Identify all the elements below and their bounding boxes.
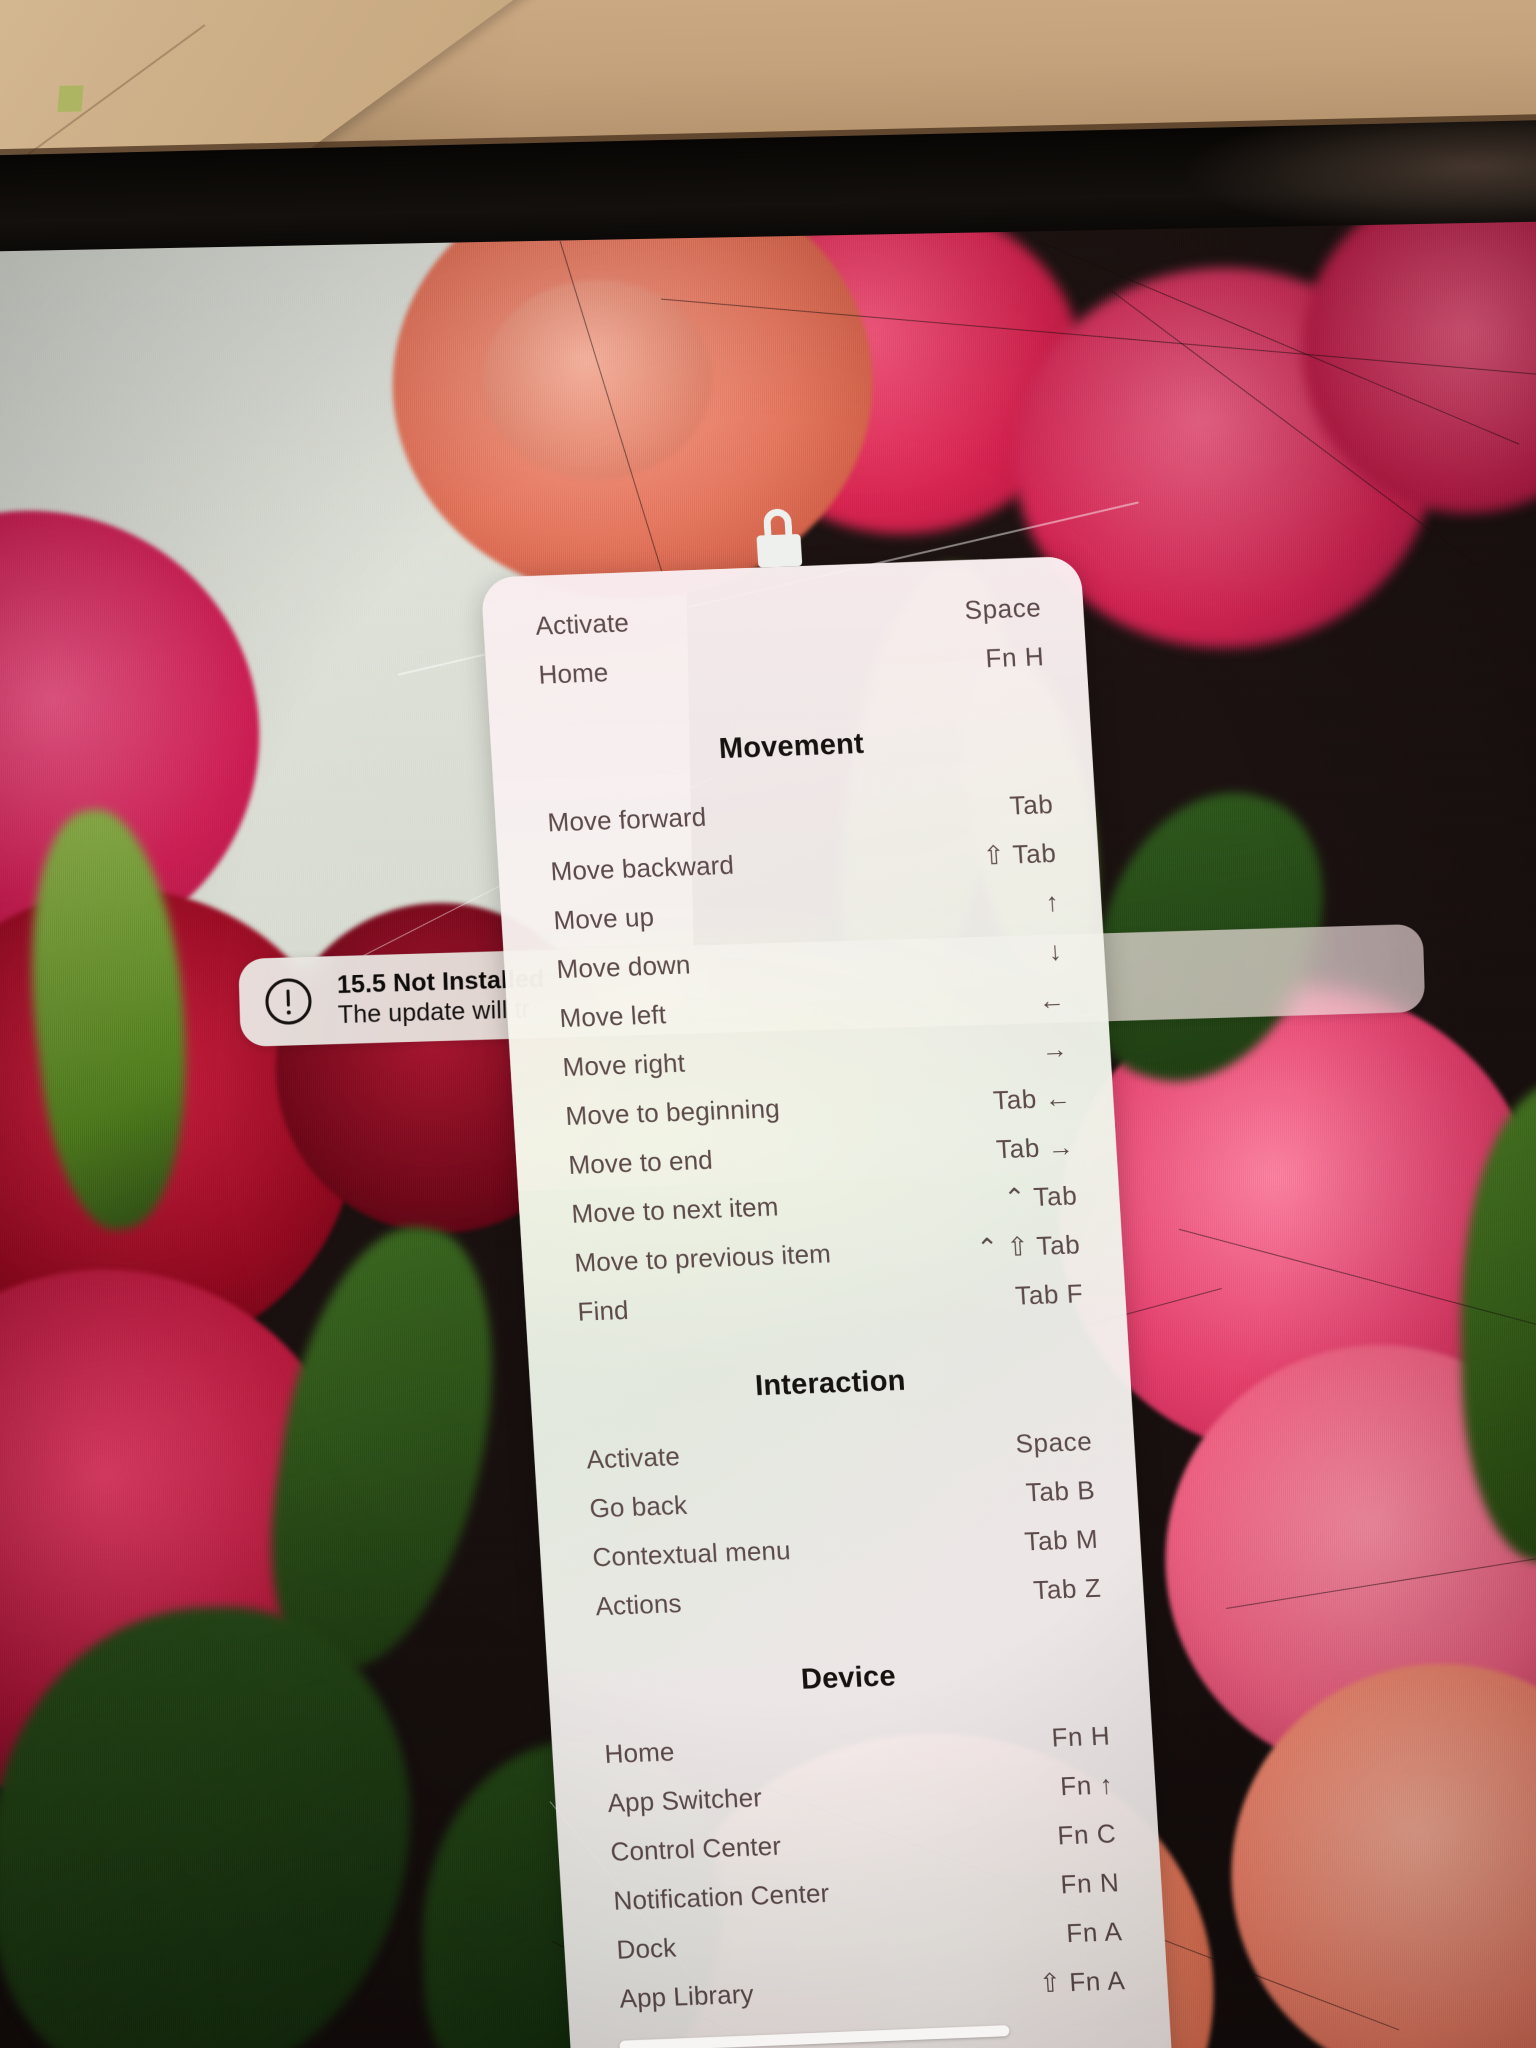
green-sticker: [57, 85, 84, 112]
shortcut-label: Dock: [615, 1932, 678, 1965]
shortcut-key: Tab →: [995, 1131, 1076, 1165]
shortcut-label: Move backward: [549, 849, 735, 887]
shortcut-label: Move down: [555, 949, 692, 985]
shortcut-key: →: [1040, 1033, 1070, 1065]
shortcut-key: ↑: [1044, 886, 1061, 918]
shortcut-key: Tab Z: [1032, 1572, 1103, 1606]
shortcut-key: Space: [963, 592, 1043, 626]
keyboard-shortcuts-panel: Activate Space Home Fn H Movement Move forwar…: [480, 508, 1179, 2048]
shortcut-key: Tab ←: [992, 1082, 1073, 1116]
shortcut-key: ⇧ Fn A: [1038, 1965, 1127, 1999]
shortcut-label: Move to next item: [570, 1191, 780, 1229]
section-title-interaction: Interaction: [754, 1364, 907, 1403]
shortcut-label: Move to beginning: [564, 1093, 781, 1131]
shortcut-label: App Library: [618, 1978, 755, 2014]
shortcut-label: Move forward: [546, 801, 708, 838]
shortcut-label: Move right: [561, 1047, 686, 1083]
shortcut-key: Tab B: [1024, 1474, 1097, 1508]
shortcut-label: Move to end: [567, 1144, 714, 1180]
shortcut-label: Move to previous item: [573, 1238, 832, 1278]
shortcut-key: ⇧ Tab: [981, 837, 1058, 871]
shortcut-key: ⌃ ⇧ Tab: [975, 1229, 1082, 1264]
shortcut-key: Space: [1014, 1425, 1094, 1459]
shortcut-label: Find: [576, 1294, 630, 1327]
shortcut-key: Fn H: [984, 641, 1046, 674]
shortcut-key: Fn A: [1065, 1916, 1124, 1949]
section-title-device: Device: [800, 1660, 897, 1696]
shortcut-label: Contextual menu: [591, 1535, 792, 1573]
shortcut-key: Fn N: [1059, 1867, 1121, 1900]
section-title-movement: Movement: [717, 727, 865, 766]
shortcut-label: Actions: [594, 1588, 683, 1622]
shortcut-label: Activate: [585, 1441, 681, 1475]
shortcut-label: Move left: [558, 999, 667, 1034]
shortcut-key: ←: [1037, 984, 1067, 1016]
shortcut-label: Go back: [588, 1489, 688, 1524]
shortcut-key: Tab F: [1014, 1278, 1085, 1311]
shortcut-label: Move up: [552, 901, 655, 936]
photographed-tablet-screen: 15.5 Not Installed The update will tr Ac…: [0, 0, 1536, 2048]
shortcut-key: Tab: [1008, 788, 1055, 821]
shortcuts-card: Activate Space Home Fn H Movement Move forwar…: [480, 555, 1179, 2048]
lock-closed-icon: [754, 508, 804, 568]
shortcut-label: Activate: [534, 607, 630, 641]
shortcut-key: ⌃ Tab: [1002, 1180, 1079, 1213]
shortcut-key: Fn H: [1050, 1720, 1112, 1753]
shortcuts-list: Activate Space Home Fn H Movement Move forwar…: [481, 556, 1170, 2048]
tablet-screen: 15.5 Not Installed The update will tr Ac…: [0, 220, 1536, 2048]
shortcut-label: Notification Center: [612, 1877, 831, 1916]
shortcut-label: Home: [537, 657, 610, 690]
shortcut-key: Fn ↑: [1059, 1769, 1115, 1802]
shortcut-key: Tab M: [1023, 1523, 1100, 1557]
shortcut-key: ↓: [1047, 935, 1064, 967]
shortcut-key: Fn C: [1056, 1818, 1118, 1851]
shortcut-label: Home: [603, 1736, 676, 1769]
exclamation-circle-icon: [264, 977, 313, 1026]
shortcut-label: Control Center: [609, 1830, 782, 1867]
shortcut-label: App Switcher: [606, 1782, 763, 1818]
